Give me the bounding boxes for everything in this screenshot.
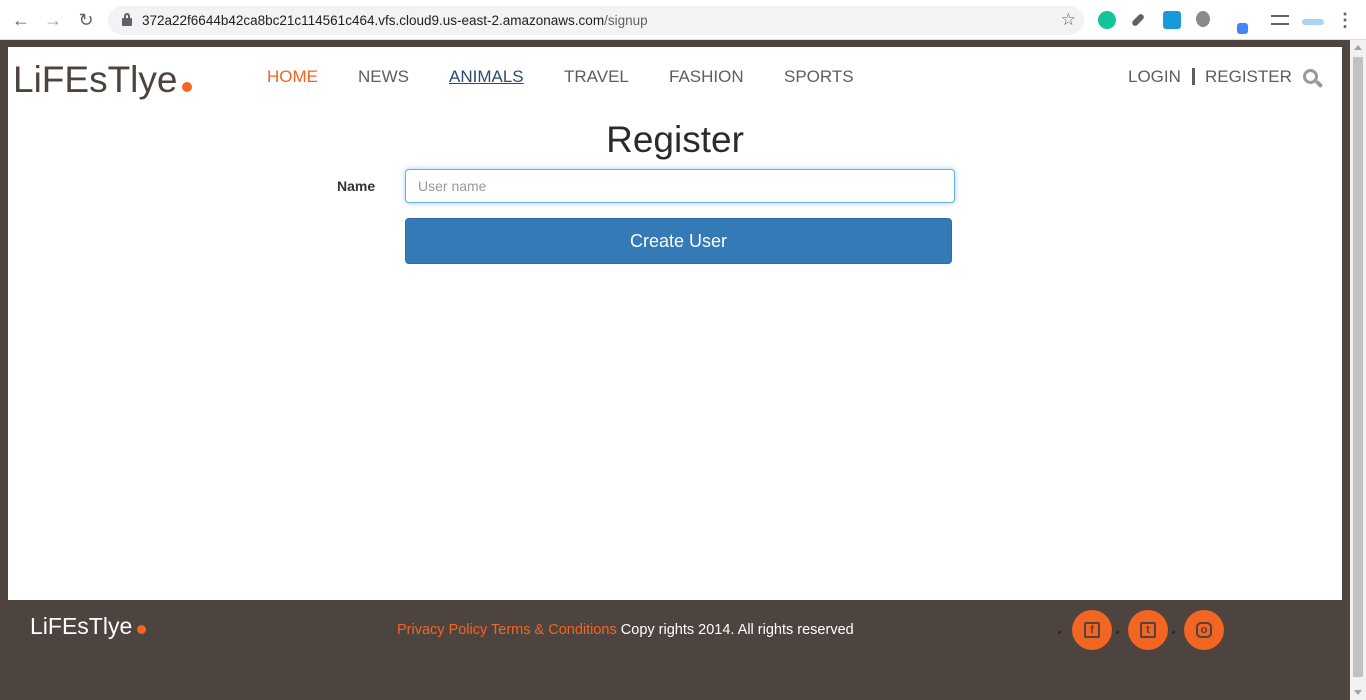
- browser-menu-icon[interactable]: ⋮: [1333, 8, 1357, 32]
- footer-logo[interactable]: LiFEsTlye: [30, 613, 147, 640]
- register-link[interactable]: REGISTER: [1205, 67, 1292, 87]
- back-icon[interactable]: ←: [9, 8, 33, 32]
- nav-sports[interactable]: SPORTS: [784, 67, 854, 87]
- instagram-button[interactable]: o: [1184, 610, 1224, 650]
- reload-icon[interactable]: ↻: [74, 8, 98, 32]
- create-user-button[interactable]: Create User: [405, 218, 952, 264]
- nav-travel[interactable]: TRAVEL: [564, 67, 629, 87]
- footer-links: Privacy Policy Terms & Conditions Copy r…: [397, 622, 854, 638]
- eyedropper-extension-icon[interactable]: [1130, 12, 1146, 28]
- twitter-icon: t: [1140, 622, 1156, 638]
- instagram-icon: o: [1196, 622, 1212, 638]
- address-bar[interactable]: 372a22f6644b42ca8bc21c114561c464.vfs.clo…: [108, 6, 1084, 35]
- page-content: LiFEsTlye HOME NEWS ANIMALS TRAVEL FASHI…: [8, 47, 1342, 640]
- forward-icon[interactable]: →: [41, 8, 65, 32]
- logo-dot: [182, 82, 193, 92]
- site-footer: LiFEsTlye Privacy Policy Terms & Conditi…: [8, 600, 1342, 660]
- page-scrollbar[interactable]: [1350, 40, 1366, 700]
- copyright-text: Copy rights 2014. All rights reserved: [620, 622, 854, 638]
- scroll-down-arrow-icon[interactable]: [1354, 690, 1362, 695]
- scroll-thumb[interactable]: [1353, 57, 1363, 677]
- color-extension-icon[interactable]: [1237, 23, 1248, 34]
- url-text: 372a22f6644b42ca8bc21c114561c464.vfs.clo…: [142, 13, 648, 28]
- footer-logo-dot: [137, 625, 147, 634]
- bookmark-star-icon[interactable]: ☆: [1061, 10, 1076, 30]
- footer-dot: [1058, 631, 1061, 634]
- scroll-up-arrow-icon[interactable]: [1354, 45, 1362, 50]
- search-icon[interactable]: [1303, 69, 1324, 89]
- twitter-button[interactable]: t: [1128, 610, 1168, 650]
- site-logo[interactable]: LiFEsTlye: [13, 59, 193, 101]
- page-title: Register: [606, 119, 744, 160]
- login-link[interactable]: LOGIN: [1128, 67, 1181, 87]
- footer-dot: [1116, 631, 1119, 634]
- lock-icon: [122, 13, 132, 26]
- facebook-button[interactable]: f: [1072, 610, 1112, 650]
- privacy-policy-link[interactable]: Privacy Policy: [397, 622, 487, 638]
- grammarly-extension-icon[interactable]: [1098, 11, 1116, 29]
- playlist-icon[interactable]: [1271, 15, 1289, 25]
- auth-separator: [1192, 68, 1195, 85]
- name-label: Name: [337, 178, 376, 194]
- footer-dot: [1172, 631, 1175, 634]
- nav-home[interactable]: HOME: [267, 67, 318, 87]
- nav-animals[interactable]: ANIMALS: [449, 67, 524, 87]
- terms-link[interactable]: Terms & Conditions: [491, 622, 617, 638]
- blue-extension-icon[interactable]: [1163, 11, 1181, 29]
- wave-extension-icon[interactable]: [1302, 19, 1324, 25]
- nav-news[interactable]: NEWS: [358, 67, 409, 87]
- username-input[interactable]: [405, 169, 955, 203]
- bug-extension-icon[interactable]: [1196, 11, 1210, 27]
- facebook-icon: f: [1084, 622, 1100, 638]
- nav-fashion[interactable]: FASHION: [669, 67, 744, 87]
- browser-toolbar: ← → ↻ 372a22f6644b42ca8bc21c114561c464.v…: [0, 0, 1366, 40]
